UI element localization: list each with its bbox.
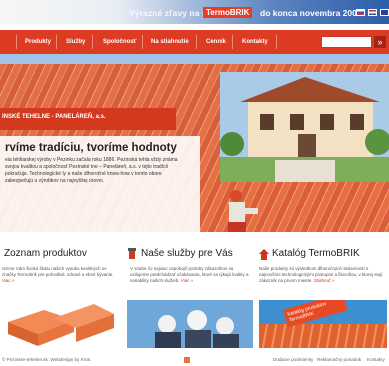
footer-link-complaints[interactable]: Reklamačný poriadok <box>317 357 361 362</box>
nav-item-cennik[interactable]: Cenník <box>206 30 226 54</box>
catalog-text: Naše produkty sú výsledkom dlhoročných s… <box>259 266 387 284</box>
search-input[interactable] <box>321 36 372 48</box>
promo-banner[interactable]: Výrazné zľavy na murivo TermoBRIK do kon… <box>0 0 389 24</box>
hero-paragraph: eia tehliarskej výroby v Pezinku začala … <box>5 157 178 184</box>
search-button[interactable]: » <box>374 36 386 48</box>
services-text: V snahe čo najviac uspokojiť potreby zák… <box>130 266 250 284</box>
nav-divider <box>56 35 57 49</box>
nav-item-spolocnost[interactable]: Spoločnosť <box>103 30 137 54</box>
house-photo <box>220 72 389 182</box>
nav-divider <box>232 35 233 49</box>
nav-divider <box>16 35 17 49</box>
hero-heading: rvíme tradíciu, tvoríme hodnoty <box>5 142 177 154</box>
nav-item-na-stiahnutie[interactable]: Na stiahnutie <box>151 30 189 54</box>
nav-item-produkty[interactable]: Produkty <box>25 30 51 54</box>
flag-cz-icon[interactable] <box>368 9 377 16</box>
nav-item-home[interactable] <box>2 30 4 54</box>
promo-highlight: TermoBRIK <box>203 7 253 18</box>
flag-en-icon[interactable] <box>380 9 389 16</box>
products-more-link[interactable]: Viac » <box>2 278 14 283</box>
worker-photo <box>228 190 258 232</box>
company-band: INSKÉ TEHELNE - PANELÁREŇ, a.s. <box>0 108 176 130</box>
team-photo[interactable] <box>127 300 253 348</box>
catalog-bricks-image <box>259 324 387 348</box>
footer-marker <box>184 357 190 363</box>
footer-link-contacts[interactable]: Kontakty <box>367 357 385 362</box>
products-description: rezme Vám širokú škálu našich vysoko kva… <box>2 266 114 277</box>
nav-item-sluzby[interactable]: Služby <box>66 30 85 54</box>
nav-item-kontakty[interactable]: Kontakty <box>242 30 268 54</box>
services-heading[interactable]: Naše služby pre Vás <box>141 248 233 259</box>
catalog-heading[interactable]: Katalóg TermoBRIK <box>272 248 360 259</box>
nav-divider <box>142 35 143 49</box>
catalog-download-link[interactable]: Stiahnuť » <box>314 278 335 283</box>
company-name: INSKÉ TEHELNE - PANELÁREŇ, a.s. <box>2 114 106 120</box>
flag-sk-icon[interactable] <box>356 9 365 16</box>
footer-link-terms[interactable]: Dodacie podmienky <box>273 357 313 362</box>
products-text: rezme Vám širokú škálu našich vysoko kva… <box>2 266 120 284</box>
nav-divider <box>276 35 277 49</box>
promo-text-end: do konca novembra 2008 <box>260 8 362 18</box>
nav-divider <box>92 35 93 49</box>
services-more-link[interactable]: Viac » <box>181 278 193 283</box>
nav-divider <box>196 35 197 49</box>
bricks-product-image[interactable] <box>2 300 116 348</box>
hero-banner: INSKÉ TEHELNE - PANELÁREŇ, a.s. rvíme tr… <box>0 54 389 232</box>
catalog-image[interactable]: Katalóg produktov TermoBRIK <box>259 300 387 348</box>
catalog-icon <box>259 249 269 260</box>
products-heading[interactable]: Zoznam produktov <box>4 248 87 259</box>
services-icon <box>128 248 136 259</box>
footer-copyright: © Pezinske-tehelne.sk. Webdesign by Kros… <box>2 357 92 362</box>
